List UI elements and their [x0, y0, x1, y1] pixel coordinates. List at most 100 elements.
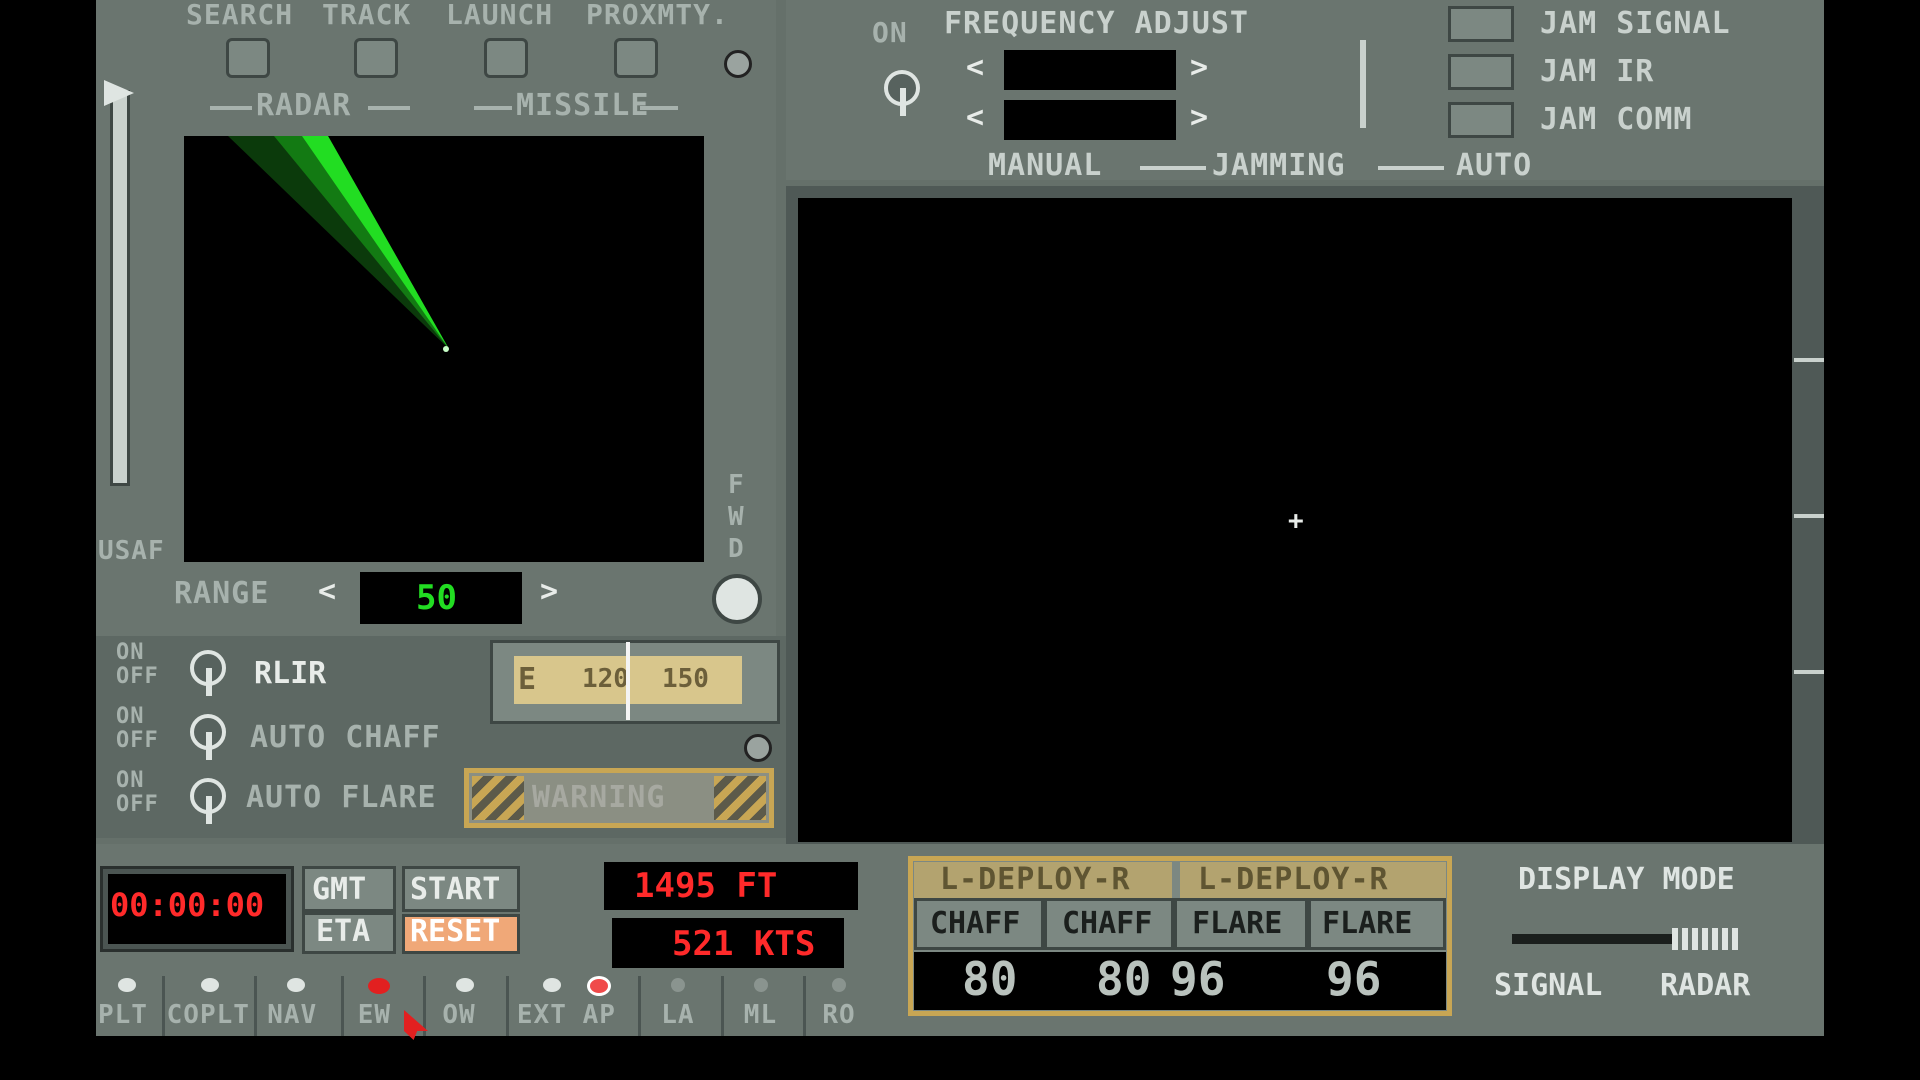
- jamming-line-right: [1378, 166, 1444, 170]
- frequency-adjust-label: FREQUENCY ADJUST: [944, 6, 1249, 41]
- station-ew-label: EW: [357, 1000, 392, 1030]
- station-ow[interactable]: OW: [426, 976, 509, 1036]
- station-la-lamp: [671, 978, 686, 992]
- freq2-increase-button[interactable]: >: [1190, 100, 1208, 135]
- station-ro-lamp: [832, 978, 847, 992]
- frequency-1-display: [1004, 50, 1176, 90]
- compass-e: E: [518, 662, 537, 697]
- station-ro-label: RO: [822, 1000, 856, 1030]
- clock-time: 00:00:00: [110, 886, 265, 924]
- station-ext-label: EXT: [516, 1000, 567, 1030]
- rlir-off-label: OFF: [116, 664, 159, 689]
- jam-comm-label: JAM COMM: [1540, 102, 1693, 137]
- missile-group-line-left: [474, 106, 512, 110]
- station-ow-label: OW: [442, 1000, 476, 1030]
- freq1-decrease-button[interactable]: <: [966, 50, 984, 85]
- launch-button[interactable]: [484, 38, 528, 78]
- jamming-mode-label: JAMMING: [1212, 148, 1346, 183]
- jam-signal-button[interactable]: [1448, 6, 1514, 42]
- auto-flare-label: AUTO FLARE: [246, 780, 437, 815]
- chaff-left-count: 80: [962, 952, 1018, 1006]
- track-button[interactable]: [354, 38, 398, 78]
- radar-mode-label: RADAR: [1660, 968, 1751, 1003]
- radar-lock-knob[interactable]: [712, 574, 762, 624]
- range-increase-button[interactable]: >: [540, 574, 558, 609]
- fwd-label-w: W: [728, 502, 745, 532]
- display-tick-2: [1794, 514, 1824, 518]
- flare-right-label: FLARE: [1322, 906, 1413, 941]
- station-ap-lamp: [586, 976, 611, 996]
- radar-mode-proxmty: PROXMTY.: [586, 0, 729, 31]
- usaf-label: USAF: [98, 536, 165, 566]
- heading-marker: [626, 642, 630, 720]
- radar-group-line-left: [210, 106, 252, 110]
- jammer-power-knob[interactable]: [884, 70, 920, 116]
- station-nav[interactable]: NAV: [257, 976, 344, 1036]
- search-button[interactable]: [226, 38, 270, 78]
- station-la[interactable]: LA: [641, 976, 724, 1036]
- station-la-label: LA: [661, 1000, 695, 1030]
- range-decrease-button[interactable]: <: [318, 574, 336, 609]
- flare-right-count: 96: [1326, 952, 1382, 1006]
- jam-ir-button[interactable]: [1448, 54, 1514, 90]
- station-ml[interactable]: ML: [724, 976, 807, 1036]
- radar-sweep: [228, 136, 449, 352]
- freq1-increase-button[interactable]: >: [1190, 50, 1208, 85]
- flare-left-count: 96: [1170, 952, 1226, 1006]
- jam-comm-button[interactable]: [1448, 102, 1514, 138]
- deploy-label-right: L-DEPLOY-R: [1198, 862, 1389, 897]
- station-coplt-label: COPLT: [166, 1000, 250, 1030]
- screw-icon: [744, 734, 772, 762]
- speed-readout: 521 KTS: [672, 924, 816, 964]
- station-ext[interactable]: EXT: [509, 976, 573, 1036]
- fwd-label-f: F: [728, 470, 745, 500]
- gmt-label: GMT: [312, 872, 367, 907]
- station-ow-lamp: [456, 978, 475, 992]
- station-ap[interactable]: AP: [573, 976, 642, 1036]
- chaff-right-label: CHAFF: [1062, 906, 1153, 941]
- signal-mode-label: SIGNAL: [1494, 968, 1603, 1003]
- display-mode-label: DISPLAY MODE: [1518, 862, 1735, 897]
- station-ext-lamp: [542, 978, 561, 992]
- radar-mode-launch: LAUNCH: [446, 0, 554, 31]
- deploy-label-left: L-DEPLOY-R: [940, 862, 1131, 897]
- station-tab-bar: PLT COPLT NAV EW OW EXT AP LA ML RO: [96, 976, 876, 1036]
- jamming-line-left: [1140, 166, 1206, 170]
- proxmty-button[interactable]: [614, 38, 658, 78]
- radar-group-label: RADAR: [256, 88, 352, 123]
- missile-group-line-right: [640, 106, 678, 110]
- warning-stripes-left: [472, 776, 524, 820]
- station-ml-label: ML: [743, 1000, 778, 1030]
- frequency-tuner-indicator: [1360, 40, 1366, 128]
- rlir-on-label: ON: [116, 640, 145, 665]
- auto-flare-on-label: ON: [116, 768, 145, 793]
- elevation-slider-track[interactable]: [110, 90, 130, 486]
- radar-scope: [184, 136, 704, 562]
- auto-flare-off-label: OFF: [116, 792, 159, 817]
- jam-ir-label: JAM IR: [1540, 54, 1655, 89]
- range-label: RANGE: [174, 576, 270, 611]
- auto-label: AUTO: [1456, 148, 1533, 183]
- frequency-2-display: [1004, 100, 1176, 140]
- radar-mode-track: TRACK: [322, 0, 412, 31]
- auto-chaff-toggle[interactable]: [190, 714, 226, 760]
- start-label: START: [410, 872, 501, 907]
- station-coplt[interactable]: COPLT: [165, 976, 258, 1036]
- station-nav-label: NAV: [267, 1000, 318, 1030]
- auto-flare-toggle[interactable]: [190, 778, 226, 824]
- freq2-decrease-button[interactable]: <: [966, 100, 984, 135]
- flare-left-label: FLARE: [1192, 906, 1283, 941]
- rlir-toggle[interactable]: [190, 650, 226, 696]
- rlir-label: RLIR: [254, 656, 327, 691]
- station-plt-lamp: [118, 978, 136, 992]
- auto-chaff-off-label: OFF: [116, 728, 159, 753]
- missile-group-label: MISSILE: [516, 88, 650, 123]
- station-plt[interactable]: PLT: [96, 976, 165, 1036]
- display-mode-slider-handle[interactable]: [1672, 928, 1738, 950]
- radar-group-line-right: [368, 106, 410, 110]
- warning-label: WARNING: [532, 780, 666, 815]
- station-ro[interactable]: RO: [806, 976, 876, 1036]
- auto-chaff-on-label: ON: [116, 704, 145, 729]
- fwd-label-d: D: [728, 534, 745, 564]
- eta-label: ETA: [316, 914, 371, 949]
